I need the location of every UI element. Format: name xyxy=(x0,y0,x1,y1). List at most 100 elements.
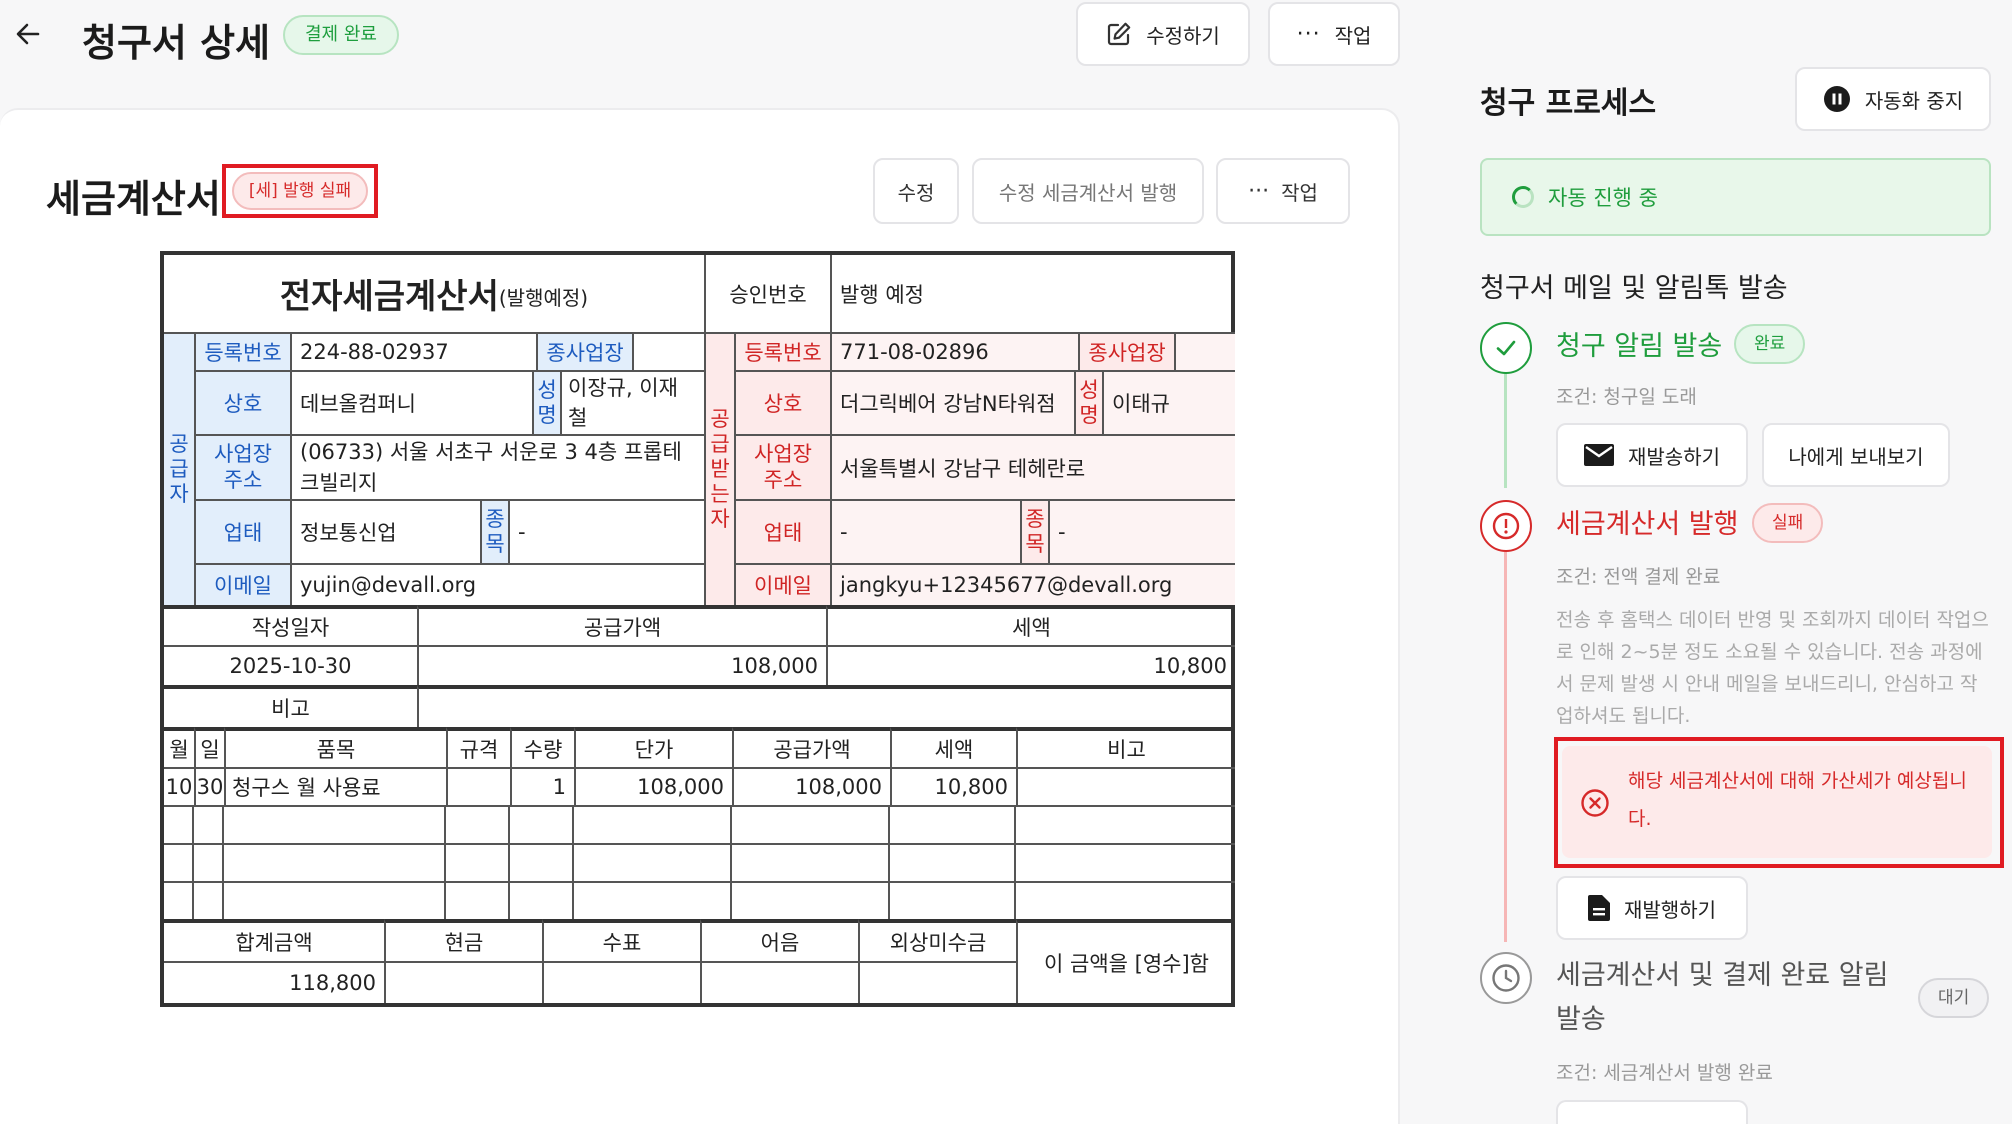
buyer-name-label: 성 명 xyxy=(1074,370,1102,434)
credit-label: 외상미수금 xyxy=(858,919,1016,961)
tax-invoice-heading: 세금계산서 xyxy=(46,177,221,221)
buyer-address: 서울특별시 강남구 테헤란로 xyxy=(830,434,1235,499)
edit-tax-invoice-label: 수정 xyxy=(897,180,935,205)
item-name: 청구스 월 사용료 xyxy=(224,767,446,805)
empty-item-row xyxy=(164,843,1235,881)
item-label-top: 종 xyxy=(485,506,505,531)
document-icon xyxy=(1588,895,1610,921)
grid-line xyxy=(1014,805,1016,919)
loading-spinner-icon xyxy=(1512,186,1534,208)
supplier-branch-value xyxy=(632,332,704,370)
send-to-me-label: 나에게 보내보기 xyxy=(1788,444,1924,469)
more-dots-icon: ··· xyxy=(1296,21,1321,47)
cash-label: 현금 xyxy=(384,919,542,961)
supplier-biz-type-label: 업태 xyxy=(194,499,290,563)
invoice-title-text: 전자세금계산서 xyxy=(279,277,499,317)
step-complete-icon xyxy=(1480,322,1532,374)
cash-amount xyxy=(384,961,542,1003)
check-amount xyxy=(542,961,700,1003)
alert-circle-icon xyxy=(1492,512,1520,540)
actions-menu-button[interactable]: ··· 작업 xyxy=(1268,2,1400,66)
supplier-company-label: 상호 xyxy=(194,370,290,434)
step-completion-notice-condition: 조건: 세금계산서 발행 완료 xyxy=(1556,1062,1773,1084)
step-failed-icon xyxy=(1480,500,1532,552)
note-label: 비고 xyxy=(164,685,417,727)
name-label-top: 성 xyxy=(537,377,557,402)
supplier-email-label: 이메일 xyxy=(194,563,290,605)
item-label-bottom: 목 xyxy=(1025,532,1045,556)
buyer-email-label: 이메일 xyxy=(734,563,830,605)
buyer-biz-type-label: 업태 xyxy=(734,499,830,563)
col-tax: 세액 xyxy=(890,727,1016,767)
side-char: 급 xyxy=(710,431,730,456)
item-label-bottom: 목 xyxy=(485,532,505,556)
side-char: 공 xyxy=(710,406,730,431)
address-label-top: 사업장 xyxy=(754,442,812,467)
supplier-rep-name-line2: 철 xyxy=(568,406,588,430)
credit-amount xyxy=(858,961,1016,1003)
supplier-branch-label: 종사업장 xyxy=(536,332,632,370)
supplier-address-label: 사업장 주소 xyxy=(194,434,290,499)
notification-section-title: 청구서 메일 및 알림톡 발송 xyxy=(1480,273,1788,304)
send-to-me-button[interactable]: 나에게 보내보기 xyxy=(1762,423,1950,487)
penalty-tax-error-text: 해당 세금계산서에 대해 가산세가 예상됩니다. xyxy=(1628,770,1967,830)
edit-invoice-label: 수정하기 xyxy=(1146,23,1220,48)
buyer-rep-name: 이태규 xyxy=(1102,370,1235,434)
supplier-company: 데브올컴퍼니 xyxy=(290,370,532,434)
col-supply: 공급가액 xyxy=(732,727,890,767)
reissue-button[interactable]: 재발행하기 xyxy=(1556,876,1748,940)
error-x-icon xyxy=(1581,789,1609,817)
supplier-biz-type: 정보통신업 xyxy=(290,499,480,563)
buyer-reg-no-label: 등록번호 xyxy=(734,332,830,370)
name-label-bottom: 명 xyxy=(1079,403,1099,427)
timeline-line-failed xyxy=(1504,552,1507,942)
supplier-address-line2: 크빌리지 xyxy=(300,470,378,495)
edit-invoice-button[interactable]: 수정하기 xyxy=(1076,2,1250,66)
total-amount: 118,800 xyxy=(164,961,384,1003)
side-char: 자 xyxy=(169,482,189,507)
buyer-item: - xyxy=(1048,499,1235,563)
mail-icon xyxy=(1584,444,1614,466)
resend-label: 재발송하기 xyxy=(1628,444,1720,469)
col-qty: 수량 xyxy=(510,727,574,767)
grid-line xyxy=(222,805,224,919)
resend-button[interactable]: 재발송하기 xyxy=(1556,423,1748,487)
item-note xyxy=(1016,767,1235,805)
side-char: 공 xyxy=(169,431,189,456)
tax-invoice-actions-label: 작업 xyxy=(1281,180,1318,205)
pause-icon xyxy=(1823,86,1850,112)
process-title: 청구 프로세스 xyxy=(1480,86,1657,121)
step-tax-invoice-title: 세금계산서 발행 xyxy=(1556,509,1739,540)
total-label: 합계금액 xyxy=(164,919,384,961)
item-tax: 10,800 xyxy=(890,767,1016,805)
grid-line xyxy=(508,805,510,919)
back-arrow-icon[interactable] xyxy=(14,20,42,48)
check-icon xyxy=(1496,340,1516,356)
item-month: 10 xyxy=(164,767,194,805)
tax-invoice-actions-button[interactable]: ··· 작업 xyxy=(1216,158,1350,224)
auto-progress-banner: 자동 진행 중 xyxy=(1480,158,1991,236)
edit-tax-invoice-button[interactable]: 수정 xyxy=(873,158,959,224)
col-item: 품목 xyxy=(224,727,446,767)
step-billing-notice-title: 청구 알림 발송 xyxy=(1556,331,1723,362)
stop-automation-button[interactable]: 자동화 중지 xyxy=(1795,67,1991,131)
item-spec xyxy=(446,767,510,805)
grid-line xyxy=(730,805,732,919)
step-3-action-button[interactable] xyxy=(1556,1100,1748,1124)
empty-item-row xyxy=(164,805,1235,843)
side-char: 자 xyxy=(710,507,730,532)
approval-number-label: 승인번호 xyxy=(704,255,830,332)
item-supply: 108,000 xyxy=(732,767,890,805)
bill-amount xyxy=(700,961,858,1003)
col-unit-price: 단가 xyxy=(574,727,732,767)
buyer-biz-type: - xyxy=(830,499,1020,563)
empty-item-row xyxy=(164,881,1235,919)
buyer-side-label: 공 급 받 는 자 xyxy=(704,332,734,605)
name-label-top: 성 xyxy=(1079,377,1099,402)
note-value xyxy=(417,685,1235,727)
issue-amended-invoice-button[interactable]: 수정 세금계산서 발행 xyxy=(972,158,1204,224)
side-char: 받 xyxy=(710,456,730,481)
invoice-title-note: (발행예정) xyxy=(498,286,589,310)
supplier-rep-name-line1: 이장규, 이재 xyxy=(568,376,678,400)
name-label-bottom: 명 xyxy=(537,403,557,427)
